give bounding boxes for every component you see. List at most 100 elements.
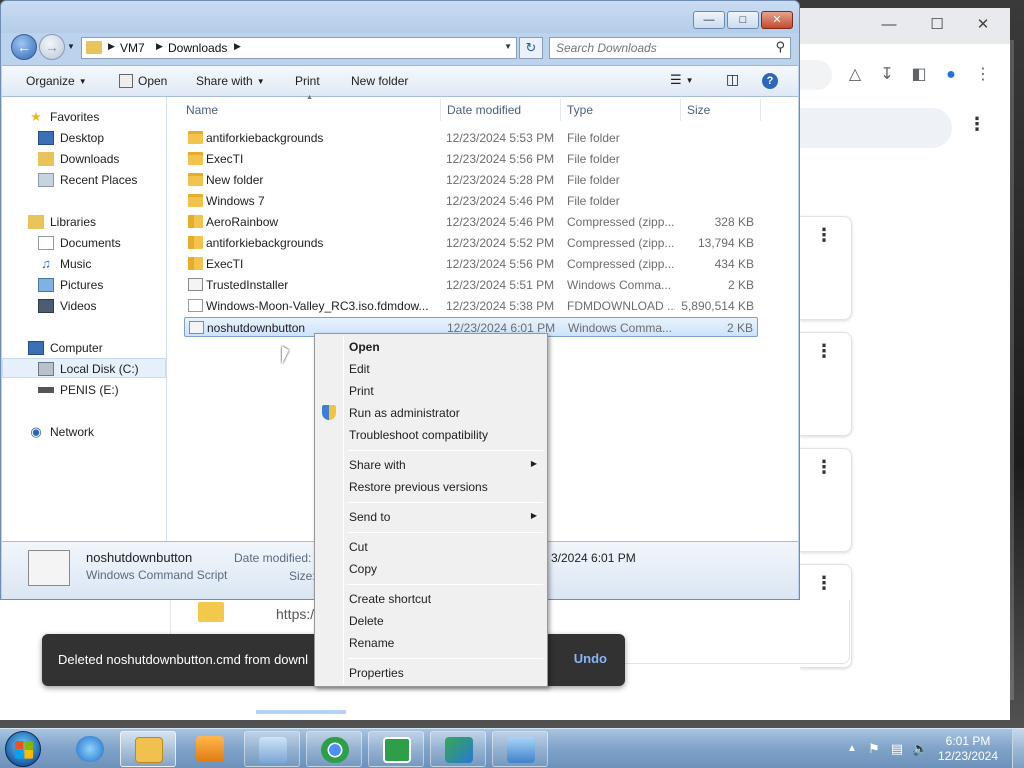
nav-music[interactable]: ♫ Music (2, 254, 166, 274)
show-hidden-icons[interactable]: ▲ (844, 741, 860, 757)
file-row[interactable]: New folder 12/23/2024 5:28 PM File folder (184, 170, 758, 190)
nav-computer[interactable]: Computer (2, 338, 166, 358)
menu-item-restore-previous-versions[interactable]: Restore previous versions (317, 476, 545, 498)
menu-item-cut[interactable]: Cut (317, 536, 545, 558)
explorer-titlebar[interactable]: — □ ✕ (1, 1, 799, 33)
file-row[interactable]: TrustedInstaller 12/23/2024 5:51 PM Window… (184, 275, 758, 295)
taskbar-media-player[interactable] (182, 731, 238, 767)
menu-item-create-shortcut[interactable]: Create shortcut (317, 588, 545, 610)
preview-pane-icon[interactable]: ◫ (726, 71, 739, 88)
column-header-name[interactable]: Name (186, 103, 218, 117)
breadcrumb-separator[interactable]: ▶ (156, 41, 163, 52)
menu-item-troubleshoot-compatibility[interactable]: Troubleshoot compatibility (317, 424, 545, 446)
undo-button[interactable]: Undo (574, 651, 607, 666)
nav-documents[interactable]: Documents (2, 233, 166, 253)
action-center-flag-icon[interactable]: ⚑ (866, 741, 882, 757)
card-menu-icon[interactable]: ⋮ (815, 342, 833, 360)
new-folder-button[interactable]: New folder (351, 74, 408, 88)
change-view-icon[interactable]: ☰ ▼ (670, 72, 694, 88)
profile-icon[interactable]: ● (940, 64, 962, 86)
nav-videos[interactable]: Videos (2, 296, 166, 316)
more-options-icon[interactable]: ⋮ (968, 114, 986, 135)
open-button[interactable]: Open (138, 74, 167, 88)
file-row[interactable]: Windows-Moon-Valley_RC3.iso.fdmdow... 12/… (184, 296, 758, 316)
nav-recent-places[interactable]: Recent Places (2, 170, 166, 190)
menu-item-properties[interactable]: Properties (317, 662, 545, 684)
start-button[interactable] (5, 731, 41, 767)
download-icon[interactable]: ↧ (876, 64, 898, 86)
card-menu-icon[interactable]: ⋮ (815, 574, 833, 592)
column-divider[interactable] (560, 99, 561, 121)
chevron-down-icon[interactable]: ▼ (504, 42, 512, 51)
nav-network[interactable]: ◉ Network (2, 422, 166, 442)
volume-muted-icon[interactable]: 🔈 (912, 741, 928, 757)
breadcrumb-separator[interactable]: ▶ (108, 41, 115, 52)
file-row[interactable]: ExecTI 12/23/2024 5:56 PM Compressed (zipp… (184, 254, 758, 274)
show-desktop-button[interactable] (1012, 729, 1024, 768)
card-menu-icon[interactable]: ⋮ (815, 458, 833, 476)
sidepanel-icon[interactable]: ◧ (908, 64, 930, 86)
maximize-button[interactable]: □ (727, 11, 759, 29)
taskbar-file-explorer[interactable] (120, 731, 176, 767)
print-button[interactable]: Print (295, 74, 320, 88)
column-divider[interactable] (680, 99, 681, 121)
menu-item-open[interactable]: Open (317, 336, 545, 358)
download-url[interactable]: https:/ (276, 606, 314, 622)
close-button[interactable]: ✕ (761, 11, 793, 29)
taskbar-control-panel[interactable] (244, 731, 300, 767)
column-header-size[interactable]: Size (687, 103, 710, 117)
breadcrumb-separator[interactable]: ▶ (234, 41, 241, 52)
help-icon[interactable]: ? (762, 73, 778, 89)
taskbar-chrome[interactable] (306, 731, 362, 767)
nav-libraries[interactable]: Libraries (2, 212, 166, 232)
menu-item-print[interactable]: Print (317, 380, 545, 402)
column-header-date-modified[interactable]: Date modified (447, 103, 521, 117)
menu-icon[interactable]: ⋮ (972, 64, 994, 86)
menu-item-share-with[interactable]: Share with ▶ (317, 454, 545, 476)
search-input[interactable] (556, 40, 766, 56)
breadcrumb-downloads[interactable]: Downloads (168, 41, 227, 55)
recent-pages-dropdown-icon[interactable]: ▼ (67, 42, 75, 51)
downloads-search[interactable] (800, 108, 952, 148)
flask-icon[interactable]: △ (844, 64, 866, 86)
share-with-button[interactable]: Share with ▼ (196, 74, 265, 88)
column-divider[interactable] (440, 99, 441, 121)
network-tray-icon[interactable]: ▤ (889, 741, 905, 757)
nav-downloads[interactable]: Downloads (2, 149, 166, 169)
menu-item-copy[interactable]: Copy (317, 558, 545, 580)
menu-item-send-to[interactable]: Send to ▶ (317, 506, 545, 528)
file-row[interactable]: antiforkiebackgrounds 12/23/2024 5:52 PM C… (184, 233, 758, 253)
search-box[interactable]: ⚲ (549, 37, 791, 59)
column-header-type[interactable]: Type (567, 103, 593, 117)
taskbar-internet-explorer[interactable] (62, 731, 118, 767)
file-row[interactable]: ExecTI 12/23/2024 5:56 PM File folder (184, 149, 758, 169)
minimize-button[interactable]: — (693, 11, 725, 29)
file-row[interactable]: Windows 7 12/23/2024 5:46 PM File folder (184, 191, 758, 211)
close-icon[interactable]: ✕ (974, 16, 992, 34)
file-row[interactable]: AeroRainbow 12/23/2024 5:46 PM Compressed … (184, 212, 758, 232)
nav-favorites[interactable]: ★ Favorites (2, 107, 166, 127)
nav-drive-e[interactable]: PENIS (E:) (2, 380, 166, 400)
omnibox[interactable] (800, 60, 832, 90)
forward-button[interactable]: → (39, 34, 65, 60)
menu-item-run-as-administrator[interactable]: Run as administrator (317, 402, 545, 424)
taskbar-photo-viewer[interactable] (492, 731, 548, 767)
breadcrumb-vm7[interactable]: VM7 (120, 41, 145, 55)
nav-pictures[interactable]: Pictures (2, 275, 166, 295)
card-menu-icon[interactable]: ⋮ (815, 226, 833, 244)
column-divider[interactable] (760, 99, 761, 121)
minimize-icon[interactable]: — (880, 16, 898, 34)
menu-item-delete[interactable]: Delete (317, 610, 545, 632)
system-clock[interactable]: 6:01 PM 12/23/2024 (932, 734, 1004, 764)
taskbar-download-manager[interactable] (368, 731, 424, 767)
taskbar-paint[interactable] (430, 731, 486, 767)
menu-item-rename[interactable]: Rename (317, 632, 545, 654)
organize-button[interactable]: Organize ▼ (26, 74, 87, 88)
search-icon[interactable]: ⚲ (775, 39, 785, 55)
nav-local-disk[interactable]: Local Disk (C:) (2, 358, 166, 378)
maximize-icon[interactable]: ☐ (928, 16, 946, 34)
back-button[interactable]: ← (11, 34, 37, 60)
file-row[interactable]: antiforkiebackgrounds 12/23/2024 5:53 PM F… (184, 128, 758, 148)
menu-item-edit[interactable]: Edit (317, 358, 545, 380)
refresh-button[interactable]: ↻ (519, 37, 543, 59)
